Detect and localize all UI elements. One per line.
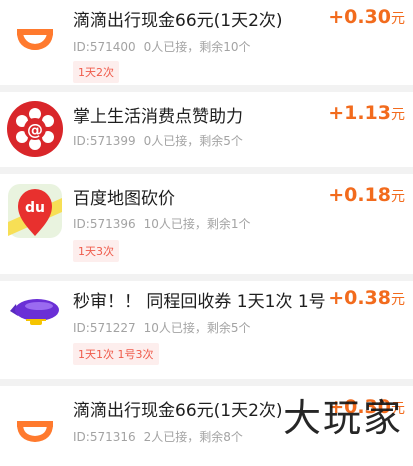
task-remaining: 剩余1个	[206, 217, 251, 231]
task-id: ID:571396	[73, 217, 136, 231]
svg-text:@: @	[27, 120, 43, 139]
divider	[0, 85, 413, 92]
task-accepted: 0人已接，	[143, 40, 200, 54]
task-meta: ID:571396 10人已接，剩余1个	[73, 215, 259, 232]
didi-logo-icon	[6, 6, 64, 64]
baidu-map-logo-icon: du	[6, 182, 64, 240]
divider	[0, 167, 413, 174]
reward-amount: +0.18	[328, 184, 391, 206]
task-reward: +0.38元	[328, 287, 405, 309]
task-accepted: 10人已接，	[143, 217, 207, 231]
task-id: ID:571227	[73, 321, 136, 335]
task-title: 滴滴出行现金66元(1天2次)	[73, 11, 283, 31]
reward-unit: 元	[391, 189, 405, 205]
task-tag: 1天2次	[73, 61, 119, 83]
reward-unit: 元	[391, 107, 405, 123]
task-title: 滴滴出行现金66元(1天2次)	[73, 401, 283, 421]
task-tag: 1天3次	[73, 240, 119, 262]
svg-text:du: du	[25, 200, 45, 216]
reward-unit: 元	[391, 11, 405, 27]
reward-unit: 元	[391, 292, 405, 308]
task-item-didi[interactable]: 滴滴出行现金66元(1天2次) ID:571400 0人已接，剩余10个 1天2次…	[0, 0, 413, 85]
task-reward: +0.18元	[328, 184, 405, 206]
task-id: ID:571316	[73, 430, 136, 444]
task-meta: ID:571227 10人已接，剩余5个	[73, 319, 259, 336]
task-id: ID:571400	[73, 40, 136, 54]
watermark: 大玩家	[282, 396, 403, 440]
task-accepted: 10人已接，	[143, 321, 207, 335]
task-remaining: 剩余5个	[199, 134, 243, 148]
tongcheng-blimp-logo-icon	[6, 285, 64, 343]
task-tag: 1天1次 1号3次	[73, 343, 159, 365]
task-id: ID:571399	[73, 134, 136, 148]
reward-amount: +1.13	[328, 102, 391, 124]
task-meta: ID:571400 0人已接，剩余10个	[73, 38, 259, 55]
task-title: 百度地图砍价	[73, 189, 175, 209]
task-item-cmb[interactable]: @ 掌上生活消费点赞助力 ID:571399 0人已接，剩余5个 +1.13元	[0, 92, 413, 167]
divider	[0, 274, 413, 281]
task-accepted: 2人已接，	[143, 430, 200, 444]
reward-amount: +0.38	[328, 287, 391, 309]
task-meta: ID:571316 2人已接，剩余8个	[73, 428, 251, 445]
didi-logo-icon	[6, 398, 64, 456]
task-reward: +0.30元	[328, 6, 405, 28]
task-reward: +1.13元	[328, 102, 405, 124]
task-item-baidu-map[interactable]: du 百度地图砍价 ID:571396 10人已接，剩余1个 1天3次 +0.18…	[0, 174, 413, 274]
task-title: 掌上生活消费点赞助力	[73, 107, 243, 127]
task-remaining: 剩余10个	[199, 40, 251, 54]
task-item-tongcheng[interactable]: 秒审！！ 同程回收券 1天1次 1号 ID:571227 10人已接，剩余5个 1…	[0, 281, 413, 379]
task-remaining: 剩余8个	[199, 430, 243, 444]
cmb-life-logo-icon: @	[6, 100, 64, 158]
task-accepted: 0人已接，	[143, 134, 200, 148]
task-title: 秒审！！ 同程回收券 1天1次 1号	[73, 292, 326, 312]
task-meta: ID:571399 0人已接，剩余5个	[73, 132, 251, 149]
reward-amount: +0.30	[328, 6, 391, 28]
divider	[0, 379, 413, 386]
task-remaining: 剩余5个	[206, 321, 251, 335]
